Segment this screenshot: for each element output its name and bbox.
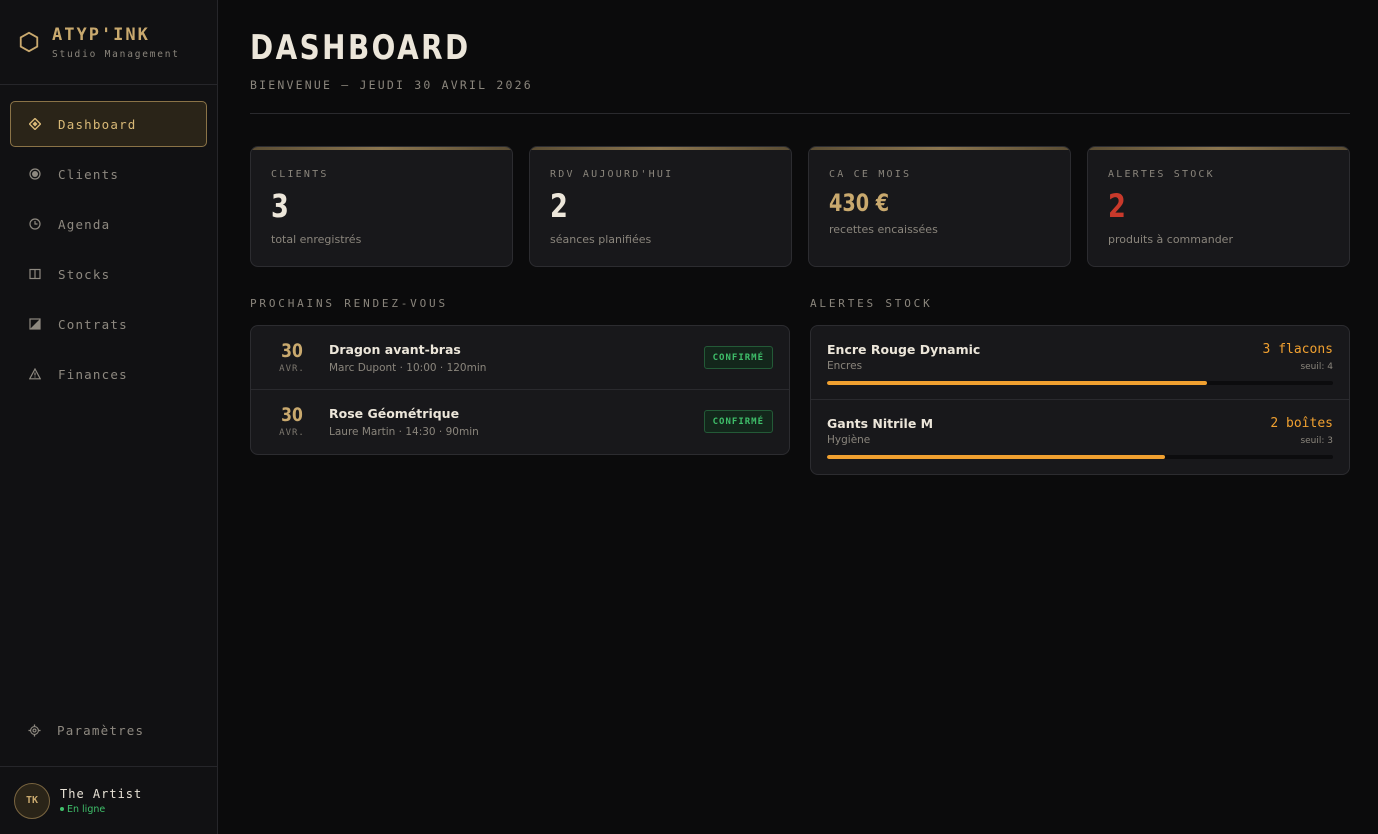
appointment-title: Dragon avant-bras <box>329 342 461 357</box>
sidebar-item-label: Contrats <box>58 316 128 332</box>
stock-level-bar <box>827 455 1333 459</box>
user-profile[interactable]: TK The Artist En ligne <box>0 766 217 834</box>
contract-icon <box>28 317 42 331</box>
appointment-row[interactable]: 30 AVR. Dragon avant-bras Marc Dupont · … <box>251 326 789 390</box>
stat-description: produits à commander <box>1108 233 1233 246</box>
status-badge[interactable]: CONFIRMÉ <box>703 346 773 369</box>
status-badge[interactable]: CONFIRMÉ <box>703 410 773 433</box>
online-dot-icon <box>60 807 64 811</box>
stat-value: 2 <box>1108 187 1126 225</box>
stat-description: séances planifiées <box>550 233 652 246</box>
sidebar-item-agenda[interactable]: Agenda <box>10 201 207 247</box>
brand: ATYP'INK Studio Management <box>0 0 217 85</box>
stock-level-fill <box>827 381 1207 385</box>
appointment-month: AVR. <box>279 364 305 374</box>
stat-card-stock-alerts: ALERTES STOCK 2 produits à commander <box>1087 146 1350 267</box>
stat-value: 3 <box>271 187 289 225</box>
stat-card-appointments-today: RDV AUJOURD'HUI 2 séances planifiées <box>529 146 792 267</box>
sidebar-item-clients[interactable]: Clients <box>10 151 207 197</box>
appointment-row[interactable]: 30 AVR. Rose Géométrique Laure Martin · … <box>251 390 789 454</box>
stat-label: ALERTES STOCK <box>1108 169 1215 180</box>
appointments-section-title: PROCHAINS RENDEZ-VOUS <box>250 297 448 310</box>
appointment-month: AVR. <box>279 428 305 438</box>
product-quantity: 2 boîtes <box>1270 416 1333 431</box>
sidebar-item-label: Clients <box>58 166 120 182</box>
stat-description: recettes encaissées <box>829 223 938 236</box>
clock-icon <box>28 217 42 231</box>
product-quantity: 3 flacons <box>1262 342 1333 357</box>
stat-card-revenue-month: CA CE MOIS 430 € recettes encaissées <box>808 146 1071 267</box>
stock-level-fill <box>827 455 1165 459</box>
diamond-icon <box>28 117 42 131</box>
appointment-meta: Laure Martin · 14:30 · 90min <box>329 426 479 438</box>
stat-value: 430 € <box>829 189 890 217</box>
sidebar-item-dashboard[interactable]: Dashboard <box>10 101 207 147</box>
stat-label: RDV AUJOURD'HUI <box>550 169 674 180</box>
appointment-meta: Marc Dupont · 10:00 · 120min <box>329 362 487 374</box>
gear-icon <box>27 723 41 737</box>
stock-level-bar <box>827 381 1333 385</box>
sidebar-item-label: Finances <box>58 366 128 382</box>
page-title: DASHBOARD <box>250 28 471 68</box>
avatar: TK <box>14 782 50 819</box>
stock-alerts-panel: Encre Rouge Dynamic Encres 3 flacons seu… <box>810 325 1350 475</box>
user-status: En ligne <box>60 804 142 815</box>
header-divider <box>250 113 1350 114</box>
product-name: Gants Nitrile M <box>827 416 934 431</box>
stat-description: total enregistrés <box>271 233 362 246</box>
warning-icon <box>28 367 42 381</box>
stock-alerts-section-title: ALERTES STOCK <box>810 297 933 310</box>
stat-value: 2 <box>550 187 568 225</box>
product-category: Encres <box>827 360 863 372</box>
brand-subtitle: Studio Management <box>52 48 180 60</box>
sidebar-nav: Dashboard Clients Agenda Stocks Contrats <box>0 85 217 397</box>
appointments-panel: 30 AVR. Dragon avant-bras Marc Dupont · … <box>250 325 790 455</box>
user-name: The Artist <box>60 786 143 801</box>
page-subtitle: BIENVENUE — JEUDI 30 AVRIL 2026 <box>250 78 533 92</box>
circle-icon <box>28 167 42 181</box>
sidebar-item-label: Paramètres <box>57 722 145 738</box>
book-icon <box>28 267 42 281</box>
sidebar-item-contrats[interactable]: Contrats <box>10 301 207 347</box>
product-name: Encre Rouge Dynamic <box>827 342 981 357</box>
sidebar-item-finances[interactable]: Finances <box>10 351 207 397</box>
sidebar: ATYP'INK Studio Management Dashboard Cli… <box>0 0 218 834</box>
stock-alert-row[interactable]: Encre Rouge Dynamic Encres 3 flacons seu… <box>811 326 1349 400</box>
appointment-title: Rose Géométrique <box>329 406 460 421</box>
stock-alert-row[interactable]: Gants Nitrile M Hygiène 2 boîtes seuil: … <box>811 400 1349 474</box>
user-status-label: En ligne <box>67 803 106 815</box>
appointment-day: 30 <box>281 404 303 426</box>
stat-card-clients: CLIENTS 3 total enregistrés <box>250 146 513 267</box>
stat-label: CA CE MOIS <box>829 169 912 180</box>
stat-label: CLIENTS <box>271 169 329 180</box>
sidebar-item-stocks[interactable]: Stocks <box>10 251 207 297</box>
appointment-day: 30 <box>281 340 303 362</box>
hexagon-logo-icon <box>19 31 39 53</box>
product-threshold: seuil: 4 <box>1300 362 1333 372</box>
sidebar-item-label: Agenda <box>58 216 111 232</box>
product-threshold: seuil: 3 <box>1300 436 1333 446</box>
product-category: Hygiène <box>827 434 871 446</box>
sidebar-item-label: Dashboard <box>58 116 137 132</box>
sidebar-item-settings[interactable]: Paramètres <box>10 708 207 752</box>
brand-name: ATYP'INK <box>52 24 150 45</box>
sidebar-item-label: Stocks <box>58 266 111 282</box>
